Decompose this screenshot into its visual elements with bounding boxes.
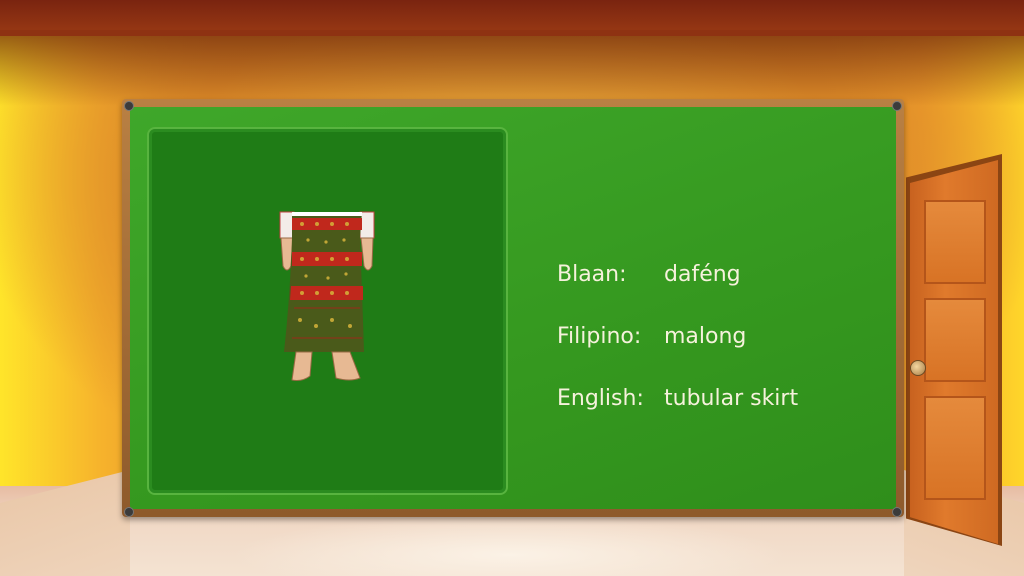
classroom-scene: Blaan: daféng Filipino: malong English: … <box>0 0 1024 576</box>
language-label-blaan: Blaan: <box>557 262 627 287</box>
bolt-icon <box>892 507 902 517</box>
language-label-filipino: Filipino: <box>557 324 642 349</box>
door-knob-icon[interactable] <box>910 360 926 376</box>
wall-shadow <box>0 36 1024 106</box>
language-label-english: English: <box>557 386 644 411</box>
door-panel-bottom <box>924 396 986 500</box>
word-blaan: daféng <box>664 262 741 287</box>
door-panel-middle <box>924 298 986 382</box>
word-filipino: malong <box>664 324 747 349</box>
bolt-icon <box>892 101 902 111</box>
door-panel-top <box>924 200 986 284</box>
word-english: tubular skirt <box>664 386 799 411</box>
door[interactable] <box>910 160 998 544</box>
malong-skirt-illustration <box>279 211 375 381</box>
bolt-icon <box>124 101 134 111</box>
bolt-icon <box>124 507 134 517</box>
